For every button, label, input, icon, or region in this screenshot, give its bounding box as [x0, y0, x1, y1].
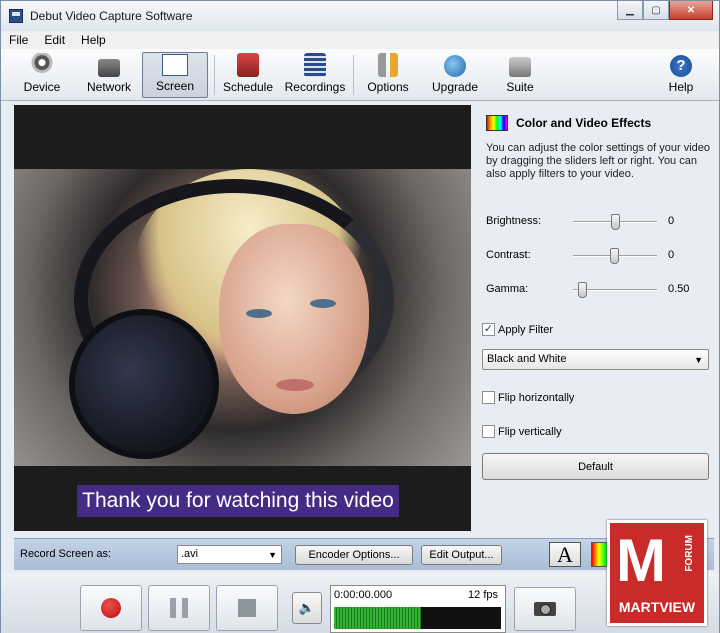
menu-help[interactable]: Help: [73, 33, 114, 47]
logo-name-text: MARTVIEW: [618, 599, 696, 615]
contrast-row: Contrast: 0: [486, 247, 714, 265]
toolbar-divider: [214, 55, 215, 95]
toolbar-divider: [353, 55, 354, 95]
elapsed-time: 0:00:00.000: [334, 589, 393, 601]
stop-icon: [238, 599, 256, 617]
webcam-icon: [29, 53, 55, 77]
tools-icon: [378, 53, 398, 77]
brightness-slider-thumb[interactable]: [611, 214, 620, 230]
minimize-button[interactable]: ▁: [617, 1, 643, 20]
brightness-row: Brightness: 0: [486, 213, 714, 231]
device-button[interactable]: Device: [15, 52, 69, 98]
suite-button[interactable]: Suite: [497, 52, 543, 98]
contrast-slider-thumb[interactable]: [610, 248, 619, 264]
gamma-label: Gamma:: [486, 283, 529, 295]
flip-horizontal-label[interactable]: Flip horizontally: [498, 392, 574, 404]
headphone-graphic: [69, 309, 219, 459]
logo-forum-text: FORUM: [684, 535, 695, 572]
logo-letter: M: [616, 527, 666, 594]
default-button[interactable]: Default: [482, 453, 709, 480]
contrast-label: Contrast:: [486, 249, 531, 261]
flip-vertical-row: Flip vertically: [482, 425, 562, 438]
audio-level-meter: [334, 607, 421, 629]
snapshot-button[interactable]: [514, 587, 576, 631]
help-button[interactable]: ? Help: [661, 52, 701, 98]
globe-icon: [444, 55, 466, 77]
help-icon: ?: [670, 55, 692, 77]
apply-filter-row: ✓ Apply Filter: [482, 323, 553, 336]
preview-image: [14, 169, 471, 466]
camera-icon: [534, 602, 556, 616]
status-display: 0:00:00.000 12 fps: [330, 585, 506, 633]
gamma-row: Gamma: 0.50: [486, 281, 714, 299]
brightness-value: 0: [668, 215, 675, 227]
title-bar: Debut Video Capture Software ▁ ▢ ✕: [1, 1, 719, 31]
chevron-down-icon: ▼: [268, 550, 277, 560]
network-camera-icon: [98, 59, 120, 77]
flip-horizontal-row: Flip horizontally: [482, 391, 574, 404]
record-icon: [101, 598, 121, 618]
brightness-slider[interactable]: [573, 214, 657, 230]
window-controls: ▁ ▢ ✕: [617, 1, 713, 20]
pause-button[interactable]: [148, 585, 210, 631]
schedule-icon: [237, 53, 259, 77]
flip-vertical-label[interactable]: Flip vertically: [498, 426, 562, 438]
text-overlay-button[interactable]: A: [549, 542, 581, 567]
menu-bar: File Edit Help: [1, 31, 719, 49]
gamma-value: 0.50: [668, 283, 690, 295]
pause-icon: [170, 598, 176, 618]
gamma-slider-thumb[interactable]: [578, 282, 587, 298]
fps-readout: 12 fps: [468, 589, 498, 601]
flip-vertical-checkbox[interactable]: [482, 425, 495, 438]
format-dropdown[interactable]: .avi ▼: [177, 545, 282, 564]
contrast-slider[interactable]: [573, 248, 657, 264]
stop-button[interactable]: [216, 585, 278, 631]
recordings-button[interactable]: Recordings: [283, 52, 347, 98]
flip-horizontal-checkbox[interactable]: [482, 391, 495, 404]
schedule-button[interactable]: Schedule: [221, 52, 275, 98]
apply-filter-label[interactable]: Apply Filter: [498, 324, 553, 336]
app-window: Debut Video Capture Software ▁ ▢ ✕ File …: [0, 0, 720, 633]
gamma-slider[interactable]: [573, 282, 657, 298]
edit-output-button[interactable]: Edit Output...: [421, 545, 502, 565]
effects-title: Color and Video Effects: [486, 115, 651, 131]
record-as-label: Record Screen as:: [20, 548, 112, 560]
record-button[interactable]: [80, 585, 142, 631]
menu-file[interactable]: File: [1, 33, 36, 47]
menu-edit[interactable]: Edit: [36, 33, 73, 47]
color-effects-icon: [486, 115, 508, 131]
watermark-logo: M FORUM MARTVIEW: [607, 520, 707, 626]
volume-button[interactable]: 🔈: [292, 592, 322, 624]
apply-filter-checkbox[interactable]: ✓: [482, 323, 495, 336]
chevron-down-icon: ▼: [694, 355, 703, 365]
contrast-value: 0: [668, 249, 675, 261]
screen-button[interactable]: Screen: [142, 52, 208, 98]
screen-icon: [162, 54, 188, 76]
network-button[interactable]: Network: [81, 52, 137, 98]
filter-selected: Black and White: [487, 353, 567, 365]
speaker-icon: 🔈: [298, 600, 316, 615]
video-caption: Thank you for watching this video: [77, 485, 399, 517]
toolbar: Device Network Screen Schedule Recording…: [1, 49, 719, 101]
window-title: Debut Video Capture Software: [30, 9, 193, 23]
app-icon: [9, 9, 23, 23]
video-preview: Thank you for watching this video: [14, 105, 471, 531]
format-selected: .avi: [181, 548, 199, 560]
brightness-label: Brightness:: [486, 215, 542, 227]
effects-panel: Color and Video Effects You can adjust t…: [479, 105, 717, 531]
upgrade-button[interactable]: Upgrade: [429, 52, 481, 98]
encoder-options-button[interactable]: Encoder Options...: [295, 545, 413, 565]
effects-description: You can adjust the color settings of you…: [486, 142, 711, 180]
filter-dropdown[interactable]: Black and White ▼: [482, 349, 709, 370]
options-button[interactable]: Options: [363, 52, 413, 98]
suite-icon: [509, 57, 531, 77]
maximize-button[interactable]: ▢: [643, 1, 669, 20]
close-button[interactable]: ✕: [669, 1, 713, 20]
film-strip-icon: [304, 53, 326, 77]
